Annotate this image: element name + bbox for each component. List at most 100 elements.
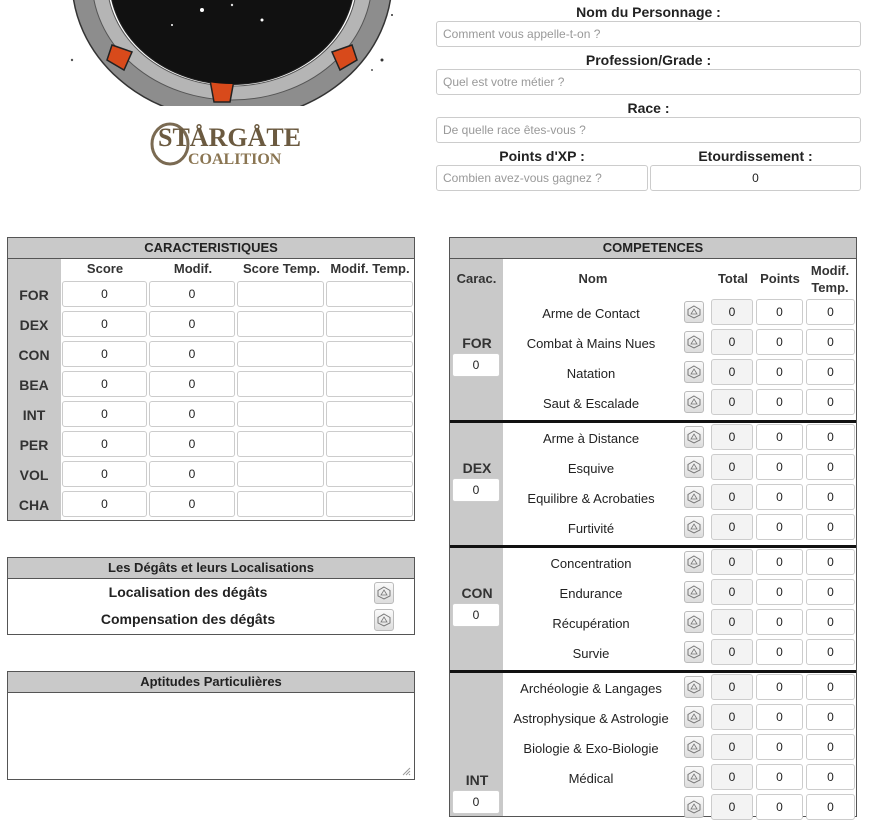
skill-modif-temp-input[interactable]: 0 [806,794,855,820]
skill-dice-button[interactable] [684,766,704,788]
skill-dice-button[interactable] [684,456,704,478]
skill-modif-temp-input[interactable]: 0 [806,389,855,415]
skill-dice-button[interactable] [684,331,704,353]
char-modif-input[interactable]: 0 [149,311,235,337]
char-modif-input[interactable]: 0 [149,341,235,367]
skill-dice-button[interactable] [684,706,704,728]
characteristics-title: CARACTERISTIQUES [8,238,414,259]
skill-dice-button[interactable] [684,551,704,573]
profession-label: Profession/Grade : [585,52,712,68]
char-modif-temp-input[interactable] [326,401,413,427]
skill-points-input[interactable]: 0 [756,639,803,665]
skill-points-input[interactable]: 0 [756,579,803,605]
skill-dice-button[interactable] [684,611,704,633]
dice-roll-icon [687,645,701,659]
damage-compensation-dice-button[interactable] [374,609,394,631]
profession-input[interactable]: Quel est votre métier ? [436,69,861,95]
char-modif-temp-input[interactable] [326,341,413,367]
char-score-input[interactable]: 0 [62,311,147,337]
skill-modif-temp-input[interactable]: 0 [806,704,855,730]
skill-points-input[interactable]: 0 [756,359,803,385]
char-modif-input[interactable]: 0 [149,461,235,487]
char-score-input[interactable]: 0 [62,401,147,427]
skill-points-input[interactable]: 0 [756,299,803,325]
char-modif-input[interactable]: 0 [149,431,235,457]
skill-points-input[interactable]: 0 [756,514,803,540]
char-score-temp-input[interactable] [237,341,324,367]
char-modif-temp-input[interactable] [326,491,413,517]
skill-dice-button[interactable] [684,486,704,508]
char-modif-input[interactable]: 0 [149,401,235,427]
stun-input[interactable]: 0 [650,165,861,191]
char-modif-temp-input[interactable] [326,371,413,397]
skill-dice-button[interactable] [684,301,704,323]
skill-modif-temp-input[interactable]: 0 [806,764,855,790]
char-score-temp-input[interactable] [237,491,324,517]
char-modif-temp-input[interactable] [326,461,413,487]
skill-modif-temp-input[interactable]: 0 [806,609,855,635]
skill-points-input[interactable]: 0 [756,454,803,480]
skill-dice-button[interactable] [684,581,704,603]
aptitudes-title: Aptitudes Particulières [8,672,414,693]
skill-points-input[interactable]: 0 [756,704,803,730]
skill-dice-button[interactable] [684,736,704,758]
dice-roll-icon [687,490,701,504]
skill-points-input[interactable]: 0 [756,674,803,700]
char-score-input[interactable]: 0 [62,431,147,457]
skill-points-input[interactable]: 0 [756,549,803,575]
char-modif-input[interactable]: 0 [149,281,235,307]
char-score-input[interactable]: 0 [62,371,147,397]
skill-points-input[interactable]: 0 [756,794,803,820]
skill-modif-temp-input[interactable]: 0 [806,514,855,540]
aptitudes-textarea[interactable] [8,693,414,779]
comp-header-modif-line2: Temp. [811,280,849,295]
skill-dice-button[interactable] [684,516,704,538]
resize-handle-icon[interactable] [401,766,411,776]
skill-modif-temp-input[interactable]: 0 [806,579,855,605]
skill-modif-temp-input[interactable]: 0 [806,484,855,510]
skill-points-input[interactable]: 0 [756,609,803,635]
skill-modif-temp-input[interactable]: 0 [806,674,855,700]
name-input[interactable]: Comment vous appelle-t-on ? [436,21,861,47]
skill-modif-temp-input[interactable]: 0 [806,734,855,760]
char-score-input[interactable]: 0 [62,281,147,307]
char-score-input[interactable]: 0 [62,341,147,367]
char-modif-temp-input[interactable] [326,311,413,337]
logo-line1: STÅRGÅTE [158,123,300,152]
skill-modif-temp-input[interactable]: 0 [806,329,855,355]
damage-location-label: Localisation des dégâts [108,584,268,600]
skill-points-input[interactable]: 0 [756,764,803,790]
char-score-temp-input[interactable] [237,401,324,427]
skill-points-input[interactable]: 0 [756,424,803,450]
skill-dice-button[interactable] [684,641,704,663]
char-modif-input[interactable]: 0 [149,491,235,517]
char-score-temp-input[interactable] [237,431,324,457]
skill-modif-temp-input[interactable]: 0 [806,424,855,450]
race-input[interactable]: De quelle race êtes-vous ? [436,117,861,143]
skill-dice-button[interactable] [684,796,704,818]
skill-points-input[interactable]: 0 [756,329,803,355]
char-score-temp-input[interactable] [237,311,324,337]
skill-dice-button[interactable] [684,676,704,698]
skill-dice-button[interactable] [684,361,704,383]
skill-points-input[interactable]: 0 [756,389,803,415]
skill-modif-temp-input[interactable]: 0 [806,299,855,325]
char-modif-input[interactable]: 0 [149,371,235,397]
char-score-temp-input[interactable] [237,371,324,397]
skill-dice-button[interactable] [684,391,704,413]
skill-points-input[interactable]: 0 [756,734,803,760]
char-modif-temp-input[interactable] [326,281,413,307]
skill-modif-temp-input[interactable]: 0 [806,454,855,480]
char-score-temp-input[interactable] [237,461,324,487]
skill-dice-button[interactable] [684,426,704,448]
char-modif-temp-input[interactable] [326,431,413,457]
char-score-temp-input[interactable] [237,281,324,307]
char-score-input[interactable]: 0 [62,491,147,517]
skill-modif-temp-input[interactable]: 0 [806,549,855,575]
damage-location-dice-button[interactable] [374,582,394,604]
xp-input[interactable]: Combien avez-vous gagnez ? [436,165,648,191]
skill-modif-temp-input[interactable]: 0 [806,639,855,665]
skill-modif-temp-input[interactable]: 0 [806,359,855,385]
char-score-input[interactable]: 0 [62,461,147,487]
skill-points-input[interactable]: 0 [756,484,803,510]
